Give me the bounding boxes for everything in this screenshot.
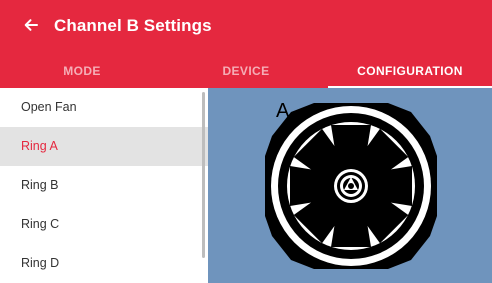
list-item-ring-a[interactable]: Ring A — [0, 127, 208, 166]
tab-device[interactable]: DEVICE — [164, 56, 328, 88]
ring-label: A — [276, 100, 290, 122]
list-item-open-fan[interactable]: Open Fan — [0, 88, 208, 127]
tab-configuration[interactable]: CONFIGURATION — [328, 56, 492, 88]
list-item-ring-b[interactable]: Ring B — [0, 166, 208, 205]
tab-bar: MODE DEVICE CONFIGURATION — [0, 56, 492, 88]
arrow-left-icon — [24, 19, 38, 31]
list-item-ring-c[interactable]: Ring C — [0, 205, 208, 244]
tab-mode[interactable]: MODE — [0, 56, 164, 88]
fan-hub — [334, 169, 368, 203]
configuration-list: Open Fan Ring A Ring B Ring C Ring D — [0, 88, 208, 283]
page-title: Channel B Settings — [54, 16, 212, 35]
app-bar: Channel B Settings MODE DEVICE CONFIGURA… — [0, 0, 492, 88]
list-item-ring-d[interactable]: Ring D — [0, 244, 208, 283]
list-scrollbar[interactable] — [202, 92, 205, 258]
app-window: Channel B Settings MODE DEVICE CONFIGURA… — [0, 0, 492, 283]
title-row: Channel B Settings — [0, 0, 492, 56]
back-button[interactable] — [18, 12, 44, 38]
fan-preview-panel: A — [208, 88, 492, 283]
fan-ring-illustration — [265, 103, 437, 269]
